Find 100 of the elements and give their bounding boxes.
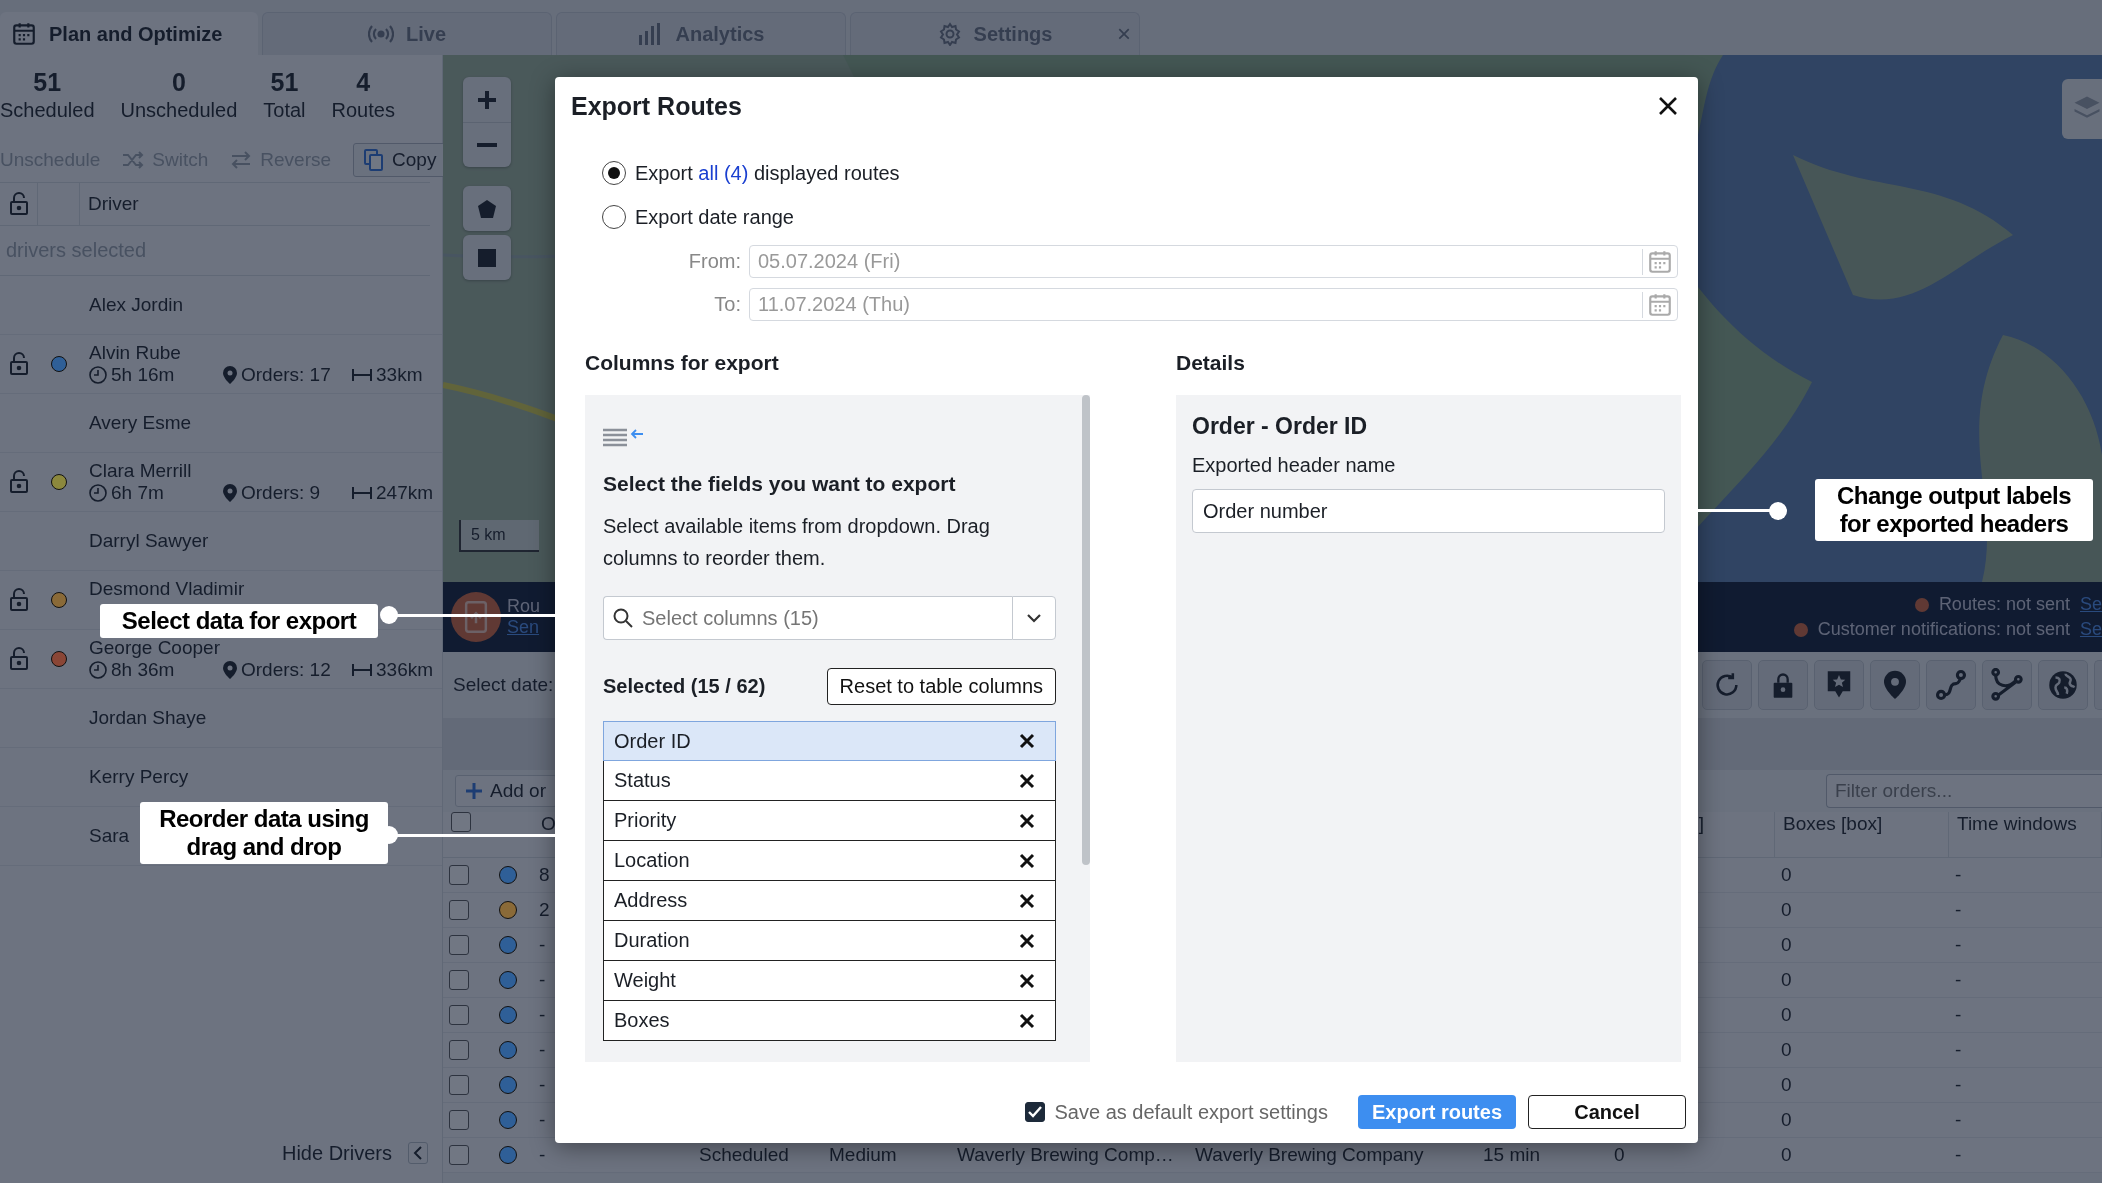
radio-label[interactable]: Export date range [635, 205, 794, 229]
table-cell: - [539, 1004, 546, 1026]
routes-link[interactable]: all (4) [698, 161, 749, 184]
add-order-button[interactable]: Add or [455, 775, 557, 807]
stat-label: Total [263, 99, 306, 122]
column-item[interactable]: Location [603, 841, 1056, 881]
toolbar-button[interactable] [1870, 660, 1920, 710]
checkbox[interactable] [449, 1005, 469, 1025]
collapse-button[interactable] [408, 1142, 428, 1164]
table-cell: - [539, 934, 546, 956]
driver-name[interactable]: George Cooper [89, 637, 220, 659]
remove-icon[interactable] [1019, 772, 1035, 789]
table-cell: Waverly Brewing Company [1195, 1144, 1424, 1166]
driver-name[interactable]: Alex Jordin [89, 294, 183, 316]
route-distance: 33km [376, 364, 423, 386]
plus-icon [477, 89, 497, 110]
toolbar-button[interactable] [2038, 660, 2088, 710]
table-cell: - [539, 1144, 546, 1166]
close-tab-button[interactable]: × [1117, 20, 1131, 48]
checkbox[interactable] [449, 970, 469, 990]
checkbox[interactable] [449, 1110, 469, 1130]
column-item[interactable]: Priority [603, 801, 1056, 841]
remove-icon[interactable] [1019, 932, 1035, 949]
checkbox[interactable] [449, 1040, 469, 1060]
toolbar-button[interactable] [1814, 660, 1864, 710]
driver-name[interactable]: Desmond Vladimir [89, 578, 245, 600]
map-pin-icon [223, 661, 237, 679]
driver-name[interactable]: Kerry Percy [89, 766, 189, 788]
shuffle-icon [122, 150, 145, 169]
table-cell: - [1955, 1144, 1962, 1166]
column-item[interactable]: Order ID [603, 721, 1056, 761]
toolbar-button[interactable] [1982, 660, 2032, 710]
column-item[interactable]: Boxes [603, 1001, 1056, 1041]
table-cell: 0 [1781, 899, 1792, 921]
column-item[interactable]: Weight [603, 961, 1056, 1001]
radio-label[interactable]: Export all (4) displayed routes [635, 161, 900, 185]
table-cell: - [1955, 899, 1962, 921]
table-cell: - [539, 1039, 546, 1061]
driver-name[interactable]: Sara [89, 825, 130, 847]
column-item[interactable]: Status [603, 761, 1056, 801]
toolbar-button[interactable] [1702, 660, 1752, 710]
driver-name[interactable]: Darryl Sawyer [89, 530, 209, 552]
checkbox[interactable] [1024, 1102, 1045, 1122]
stat-label: Routes [331, 99, 395, 122]
route-title: Rou [507, 596, 541, 617]
selected-count: Selected (15 / 62) [603, 675, 766, 698]
table-cell: 0 [1781, 1109, 1792, 1131]
cancel-button[interactable]: Cancel [1528, 1095, 1686, 1129]
table-cell: 0 [1781, 1074, 1792, 1096]
export-button[interactable]: Export routes [1358, 1095, 1516, 1129]
checkbox[interactable] [451, 812, 471, 832]
checkbox[interactable] [449, 1145, 469, 1165]
pentagon-icon [477, 198, 497, 219]
table-cell: 15 min [1483, 1144, 1541, 1166]
map-pin-icon [223, 366, 237, 384]
field-label: To: [713, 293, 741, 316]
checkmark-icon [1027, 1106, 1042, 1118]
dialog-title: Export Routes [571, 91, 742, 121]
checkbox[interactable] [449, 900, 469, 920]
table-cell: - [1955, 1039, 1962, 1061]
remove-icon[interactable] [1019, 852, 1035, 869]
driver-name[interactable]: Avery Esme [89, 412, 192, 434]
table-cell: - [539, 1109, 546, 1131]
send-link[interactable]: Sen [507, 617, 541, 638]
remove-icon[interactable] [1019, 892, 1035, 909]
toolbar-button[interactable] [1926, 660, 1976, 710]
route-duration: 8h 36m [111, 659, 175, 681]
section-heading: Columns for export [585, 351, 780, 375]
distance-icon [352, 486, 372, 500]
close-button[interactable] [1658, 96, 1678, 116]
remove-icon[interactable] [1019, 1012, 1035, 1029]
tab[interactable]: Plan and Optimize [0, 12, 258, 55]
driver-name[interactable]: Alvin Rube [89, 342, 181, 364]
checkbox[interactable] [449, 865, 469, 885]
remove-icon[interactable] [1019, 812, 1035, 829]
clock-icon [89, 661, 107, 679]
send-link[interactable]: Se [2079, 619, 2102, 640]
column-item[interactable]: Address [603, 881, 1056, 921]
status-dot [1914, 597, 1929, 612]
send-link[interactable]: Se [2079, 594, 2102, 615]
remove-icon[interactable] [1019, 972, 1035, 989]
square-icon [478, 248, 496, 267]
header-name-field[interactable]: Order number [1192, 489, 1665, 533]
settings-icon [937, 22, 962, 46]
help-title: Select the fields you want to export [603, 472, 957, 496]
column-select-field[interactable]: Select columns (15) [603, 596, 1012, 640]
table-cell: 0 [1781, 1039, 1792, 1061]
driver-name[interactable]: Jordan Shaye [89, 707, 207, 729]
list-arrow-icon [603, 427, 643, 447]
column-item[interactable]: Duration [603, 921, 1056, 961]
stat-label: Unscheduled [120, 99, 238, 122]
toolbar-button[interactable] [1758, 660, 1808, 710]
route-distance: 247km [376, 482, 434, 504]
scrollbar[interactable] [1082, 395, 1090, 865]
stat-value: 51 [33, 68, 62, 97]
remove-icon[interactable] [1019, 733, 1035, 749]
checkbox[interactable] [449, 935, 469, 955]
checkbox[interactable] [449, 1075, 469, 1095]
driver-name[interactable]: Clara Merrill [89, 460, 192, 482]
reset-button[interactable]: Reset to table columns [826, 668, 1056, 705]
